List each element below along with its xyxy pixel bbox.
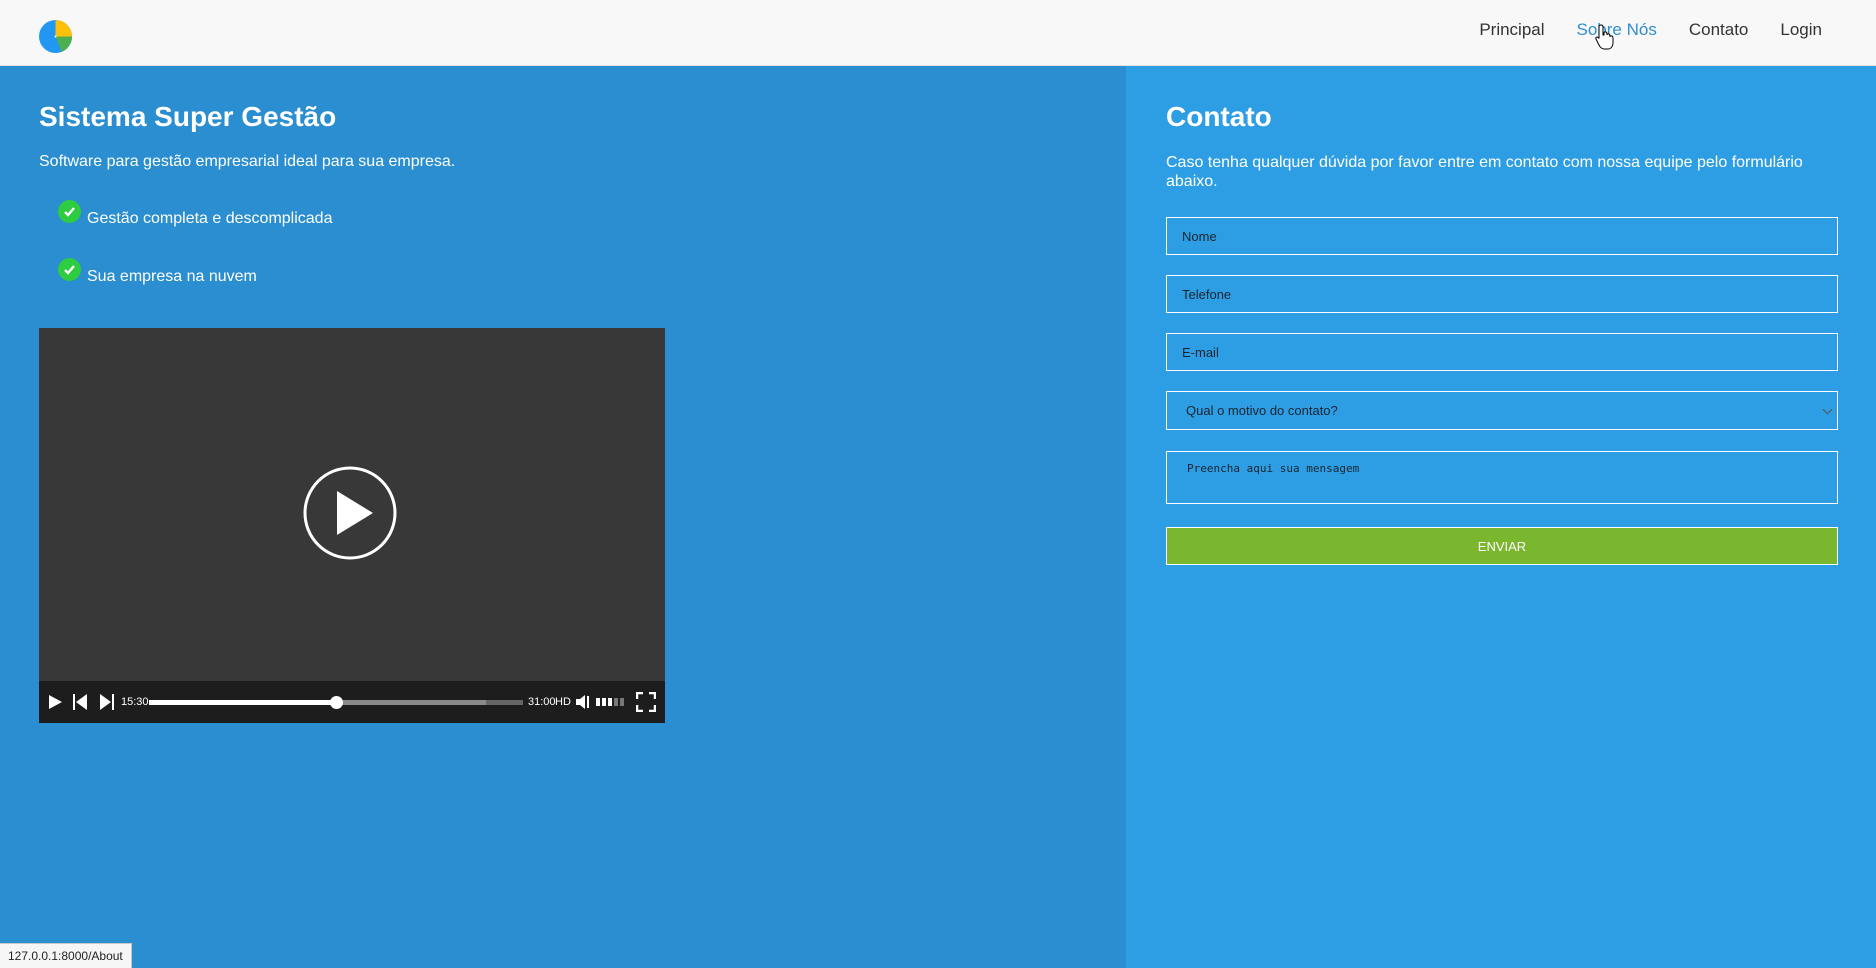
- submit-button[interactable]: ENVIAR: [1166, 527, 1838, 565]
- volume-bars-icon: [596, 698, 624, 706]
- play-large-icon[interactable]: [303, 466, 397, 560]
- phone-field[interactable]: [1166, 275, 1838, 313]
- volume-slider[interactable]: [596, 681, 628, 723]
- nav-item-sobre-nos[interactable]: Sobre Nós: [1577, 20, 1657, 40]
- reason-select-value: Qual o motivo do contato?: [1186, 403, 1338, 418]
- contact-section: Contato Caso tenha qualquer dúvida por f…: [1126, 66, 1876, 968]
- fullscreen-icon: [636, 692, 656, 712]
- contact-title: Contato: [1166, 101, 1272, 132]
- feature-item: Sua empresa na nuvem: [58, 258, 257, 286]
- seek-handle[interactable]: [330, 696, 343, 709]
- browser-status-url: 127.0.0.1:8000/About: [0, 943, 132, 968]
- check-circle-icon: [58, 258, 81, 281]
- current-time: 15:30: [121, 696, 149, 708]
- play-button[interactable]: [47, 681, 63, 723]
- volume-button[interactable]: [575, 681, 591, 723]
- message-textarea[interactable]: Preencha aqui sua mensagem: [1166, 451, 1838, 504]
- reason-select[interactable]: Qual o motivo do contato?: [1166, 391, 1838, 430]
- chevron-down-icon: [1822, 404, 1833, 415]
- nav-item-login[interactable]: Login: [1780, 20, 1822, 40]
- duration-time: 31:00: [528, 696, 556, 708]
- logo-pie-icon[interactable]: [39, 20, 72, 53]
- quality-toggle[interactable]: HD: [555, 681, 571, 723]
- video-controls: 15:30 31:00 HD: [39, 681, 665, 723]
- video-player[interactable]: 15:30 31:00 HD: [39, 328, 665, 723]
- hero-title: Sistema Super Gestão: [39, 101, 337, 132]
- contact-description: Caso tenha qualquer dúvida por favor ent…: [1166, 154, 1803, 190]
- main-nav: Principal Sobre Nós Contato Login: [1447, 20, 1822, 40]
- check-circle-icon: [58, 200, 81, 223]
- name-input[interactable]: [1182, 228, 1837, 244]
- play-icon: [49, 695, 62, 709]
- next-button[interactable]: [98, 681, 116, 723]
- phone-input[interactable]: [1182, 286, 1837, 302]
- seek-bar[interactable]: [149, 696, 523, 709]
- speaker-icon: [576, 695, 589, 709]
- name-field[interactable]: [1166, 217, 1838, 255]
- previous-button[interactable]: [71, 681, 89, 723]
- email-input[interactable]: [1182, 344, 1837, 360]
- nav-item-principal[interactable]: Principal: [1479, 20, 1544, 40]
- feature-label: Sua empresa na nuvem: [87, 268, 257, 285]
- hand-cursor-icon: [1595, 24, 1614, 50]
- feature-label: Gestão completa e descomplicada: [87, 210, 333, 227]
- hero-description: Software para gestão empresarial ideal p…: [39, 153, 456, 170]
- message-placeholder: Preencha aqui sua mensagem: [1187, 462, 1360, 475]
- fullscreen-button[interactable]: [636, 681, 656, 723]
- nav-item-contato[interactable]: Contato: [1689, 20, 1749, 40]
- feature-item: Gestão completa e descomplicada: [58, 200, 333, 228]
- email-field[interactable]: [1166, 333, 1838, 371]
- skip-back-icon: [73, 694, 87, 710]
- skip-forward-icon: [100, 694, 114, 710]
- played-bar: [149, 700, 336, 705]
